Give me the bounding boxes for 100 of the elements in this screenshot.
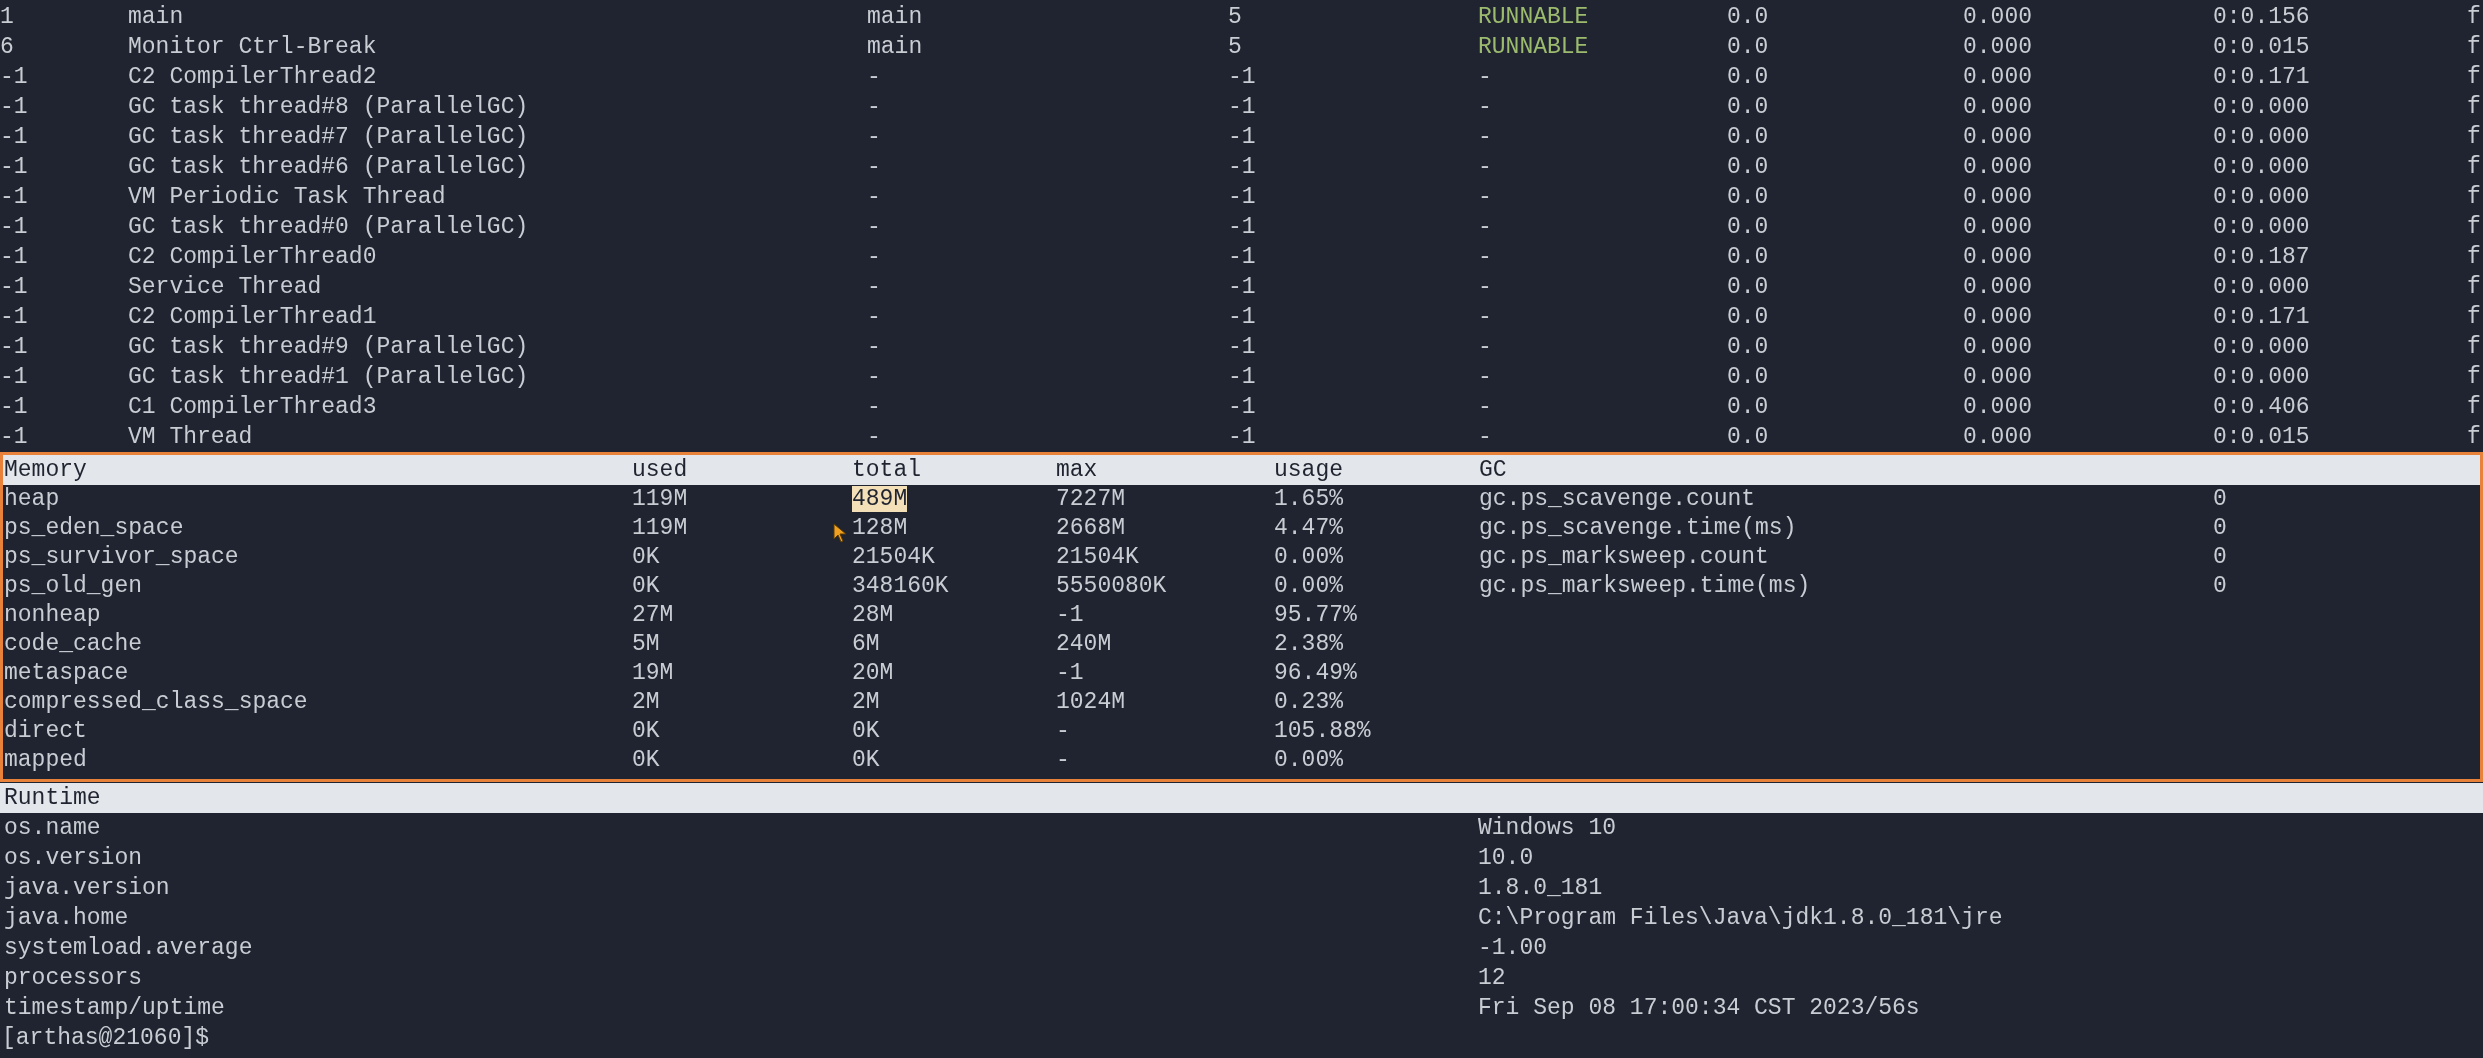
cpu-usage: 0.0 <box>1727 183 1769 212</box>
thread-group: - <box>867 182 881 212</box>
delta-time: 0.000 <box>1963 3 2032 32</box>
column-header: max <box>1056 456 1098 485</box>
thread-priority: -1 <box>1228 63 1256 92</box>
total-value: 128M <box>852 515 908 541</box>
property-name: os.name <box>4 814 101 843</box>
property-value: -1.00 <box>1478 934 1547 963</box>
column-header: total <box>852 456 921 485</box>
gc-metric-name: gc.ps_marksweep.time(ms) <box>1479 572 1811 601</box>
thread-priority: -1 <box>1228 183 1256 212</box>
cut-off-text: f <box>2467 363 2481 392</box>
thread-name: C1 CompilerThread3 <box>128 393 377 422</box>
thread-id: 1 <box>0 3 14 32</box>
thread-id: -1 <box>0 303 28 332</box>
max-value: 7227M <box>1056 485 1125 514</box>
property-value: 10.0 <box>1478 844 1534 873</box>
usage-value: 0.00% <box>1274 746 1343 775</box>
column-header: used <box>632 456 688 485</box>
memory-area-name: direct <box>4 717 87 746</box>
thread-state: - <box>1478 363 1492 392</box>
thread-group: - <box>867 122 881 152</box>
cpu-usage: 0.0 <box>1727 3 1769 32</box>
thread-id: -1 <box>0 93 28 122</box>
max-value: 2668M <box>1056 514 1125 543</box>
thread-priority: -1 <box>1228 363 1256 392</box>
property-name: os.version <box>4 844 143 873</box>
gc-metric-value: 0 <box>2213 514 2227 543</box>
total-value: 6M <box>852 631 880 657</box>
delta-time: 0.000 <box>1963 303 2032 332</box>
cut-off-text: f <box>2467 243 2481 272</box>
usage-value: 1.65% <box>1274 485 1343 514</box>
thread-time: 0:0.000 <box>2213 93 2310 122</box>
cut-off-text: f <box>2467 3 2481 32</box>
thread-group: - <box>867 242 881 272</box>
thread-name: Monitor Ctrl-Break <box>128 33 377 62</box>
thread-group: - <box>867 92 881 122</box>
thread-id: -1 <box>0 333 28 362</box>
mouse-pointer-icon <box>833 523 847 543</box>
usage-value: 105.88% <box>1274 717 1371 746</box>
gc-metric-value: 0 <box>2213 543 2227 572</box>
thread-id: -1 <box>0 423 28 452</box>
thread-state: RUNNABLE <box>1478 3 1589 32</box>
thread-priority: -1 <box>1228 213 1256 242</box>
gc-metric-name: gc.ps_scavenge.time(ms) <box>1479 514 1797 543</box>
usage-value: 0.00% <box>1274 572 1343 601</box>
max-value: - <box>1056 717 1070 746</box>
thread-id: -1 <box>0 243 28 272</box>
cpu-usage: 0.0 <box>1727 123 1769 152</box>
cpu-usage: 0.0 <box>1727 153 1769 182</box>
used-value: 0K <box>632 717 660 746</box>
delta-time: 0.000 <box>1963 213 2032 242</box>
delta-time: 0.000 <box>1963 273 2032 302</box>
used-value: 5M <box>632 630 660 659</box>
memory-area-name: ps_survivor_space <box>4 543 239 572</box>
thread-priority: -1 <box>1228 93 1256 122</box>
thread-priority: -1 <box>1228 153 1256 182</box>
thread-time: 0:0.015 <box>2213 33 2310 62</box>
thread-state: - <box>1478 213 1492 242</box>
thread-name: main <box>128 3 184 32</box>
thread-state: - <box>1478 303 1492 332</box>
property-value: Windows 10 <box>1478 814 1617 843</box>
property-name: java.home <box>4 904 129 933</box>
cpu-usage: 0.0 <box>1727 393 1769 422</box>
thread-name: GC task thread#1 (ParallelGC) <box>128 363 529 392</box>
thread-state: - <box>1478 123 1492 152</box>
delta-time: 0.000 <box>1963 123 2032 152</box>
thread-name: GC task thread#9 (ParallelGC) <box>128 333 529 362</box>
property-value: Fri Sep 08 17:00:34 CST 2023/56s <box>1478 994 1920 1023</box>
thread-time: 0:0.171 <box>2213 303 2310 332</box>
thread-time: 0:0.015 <box>2213 423 2310 452</box>
thread-time: 0:0.171 <box>2213 63 2310 92</box>
used-value: 0K <box>632 543 660 572</box>
property-name: java.version <box>4 874 170 903</box>
thread-priority: -1 <box>1228 393 1256 422</box>
column-header: Memory <box>4 456 87 485</box>
thread-priority: -1 <box>1228 423 1256 452</box>
thread-group: - <box>867 62 881 92</box>
cpu-usage: 0.0 <box>1727 93 1769 122</box>
thread-id: -1 <box>0 63 28 92</box>
cpu-usage: 0.0 <box>1727 363 1769 392</box>
thread-state: - <box>1478 333 1492 362</box>
thread-state: - <box>1478 93 1492 122</box>
column-header: GC <box>1479 456 1507 485</box>
thread-state: - <box>1478 183 1492 212</box>
thread-state: - <box>1478 393 1492 422</box>
thread-time: 0:0.000 <box>2213 213 2310 242</box>
thread-name: GC task thread#6 (ParallelGC) <box>128 153 529 182</box>
usage-value: 95.77% <box>1274 601 1357 630</box>
cut-off-text: f <box>2467 333 2481 362</box>
thread-time: 0:0.000 <box>2213 183 2310 212</box>
thread-id: 6 <box>0 33 14 62</box>
thread-name: GC task thread#8 (ParallelGC) <box>128 93 529 122</box>
property-value: 1.8.0_181 <box>1478 874 1603 903</box>
thread-time: 0:0.000 <box>2213 153 2310 182</box>
cut-off-text: f <box>2467 273 2481 302</box>
memory-area-name: compressed_class_space <box>4 688 308 717</box>
gc-metric-value: 0 <box>2213 572 2227 601</box>
gc-metric-value: 0 <box>2213 485 2227 514</box>
cpu-usage: 0.0 <box>1727 213 1769 242</box>
